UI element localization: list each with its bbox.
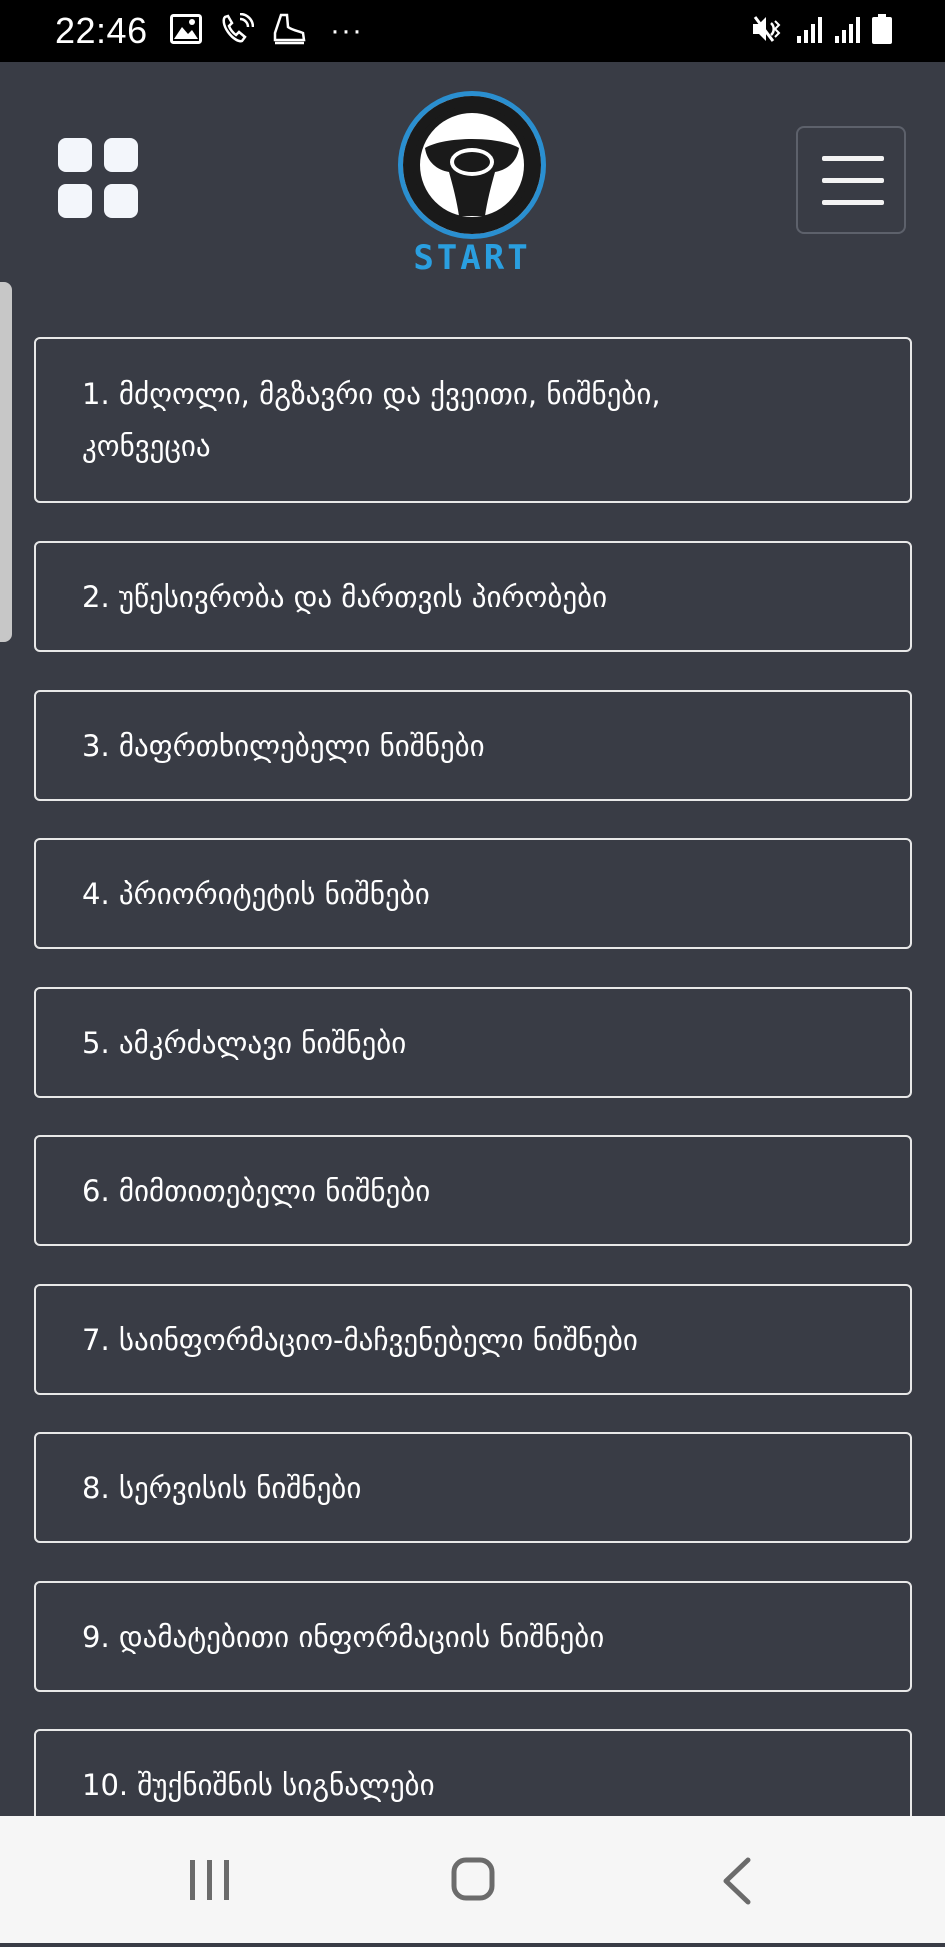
topic-label: 6. მიმთითებელი ნიშნები [82, 1173, 431, 1208]
signal-icon [833, 14, 863, 48]
topic-item-6[interactable]: 6. მიმთითებელი ნიშნები [34, 1135, 912, 1246]
topic-item-3[interactable]: 3. მაფრთხილებელი ნიშნები [34, 690, 912, 801]
topic-item-5[interactable]: 5. ამკრძალავი ნიშნები [34, 987, 912, 1098]
recent-apps-icon [190, 1860, 229, 1900]
status-time: 22:46 [55, 10, 148, 51]
grid-icon[interactable] [58, 138, 140, 220]
status-left-icons: ··· [170, 12, 363, 49]
topic-item-1[interactable]: 1. მძღოლი, მგზავრი და ქვეითი, ნიშნები, კ… [34, 337, 912, 503]
back-icon [723, 1857, 751, 1905]
topic-item-4[interactable]: 4. პრიორიტეტის ნიშნები [34, 838, 912, 949]
wifi-calling-icon [220, 12, 255, 49]
home-icon [451, 1857, 495, 1901]
topic-label: 3. მაფრთხილებელი ნიშნები [82, 728, 485, 763]
app-header: START [0, 62, 945, 300]
scrollbar[interactable] [0, 282, 12, 642]
topic-label: 4. პრიორიტეტის ნიშნები [82, 876, 430, 911]
recent-apps-button[interactable] [140, 1816, 280, 1943]
menu-button[interactable] [796, 126, 906, 234]
topic-label: 10. შუქნიშნის სიგნალები [82, 1767, 435, 1802]
topic-label: 9. დამატებითი ინფორმაციის ნიშნები [82, 1619, 605, 1654]
status-right-icons [751, 12, 893, 50]
topic-label: 5. ამკრძალავი ნიშნები [82, 1025, 407, 1060]
topic-label: კონვეცია [82, 429, 211, 463]
logo-text: START [413, 238, 531, 278]
shoe-icon [272, 13, 306, 49]
signal-icon [795, 14, 825, 48]
topic-label: 1. მძღოლი, მგზავრი და ქვეითი, ნიშნები, [82, 377, 661, 411]
topic-label: 2. უწესივრობა და მართვის პირობები [82, 579, 608, 614]
steering-wheel-icon [398, 91, 546, 239]
battery-icon [871, 13, 893, 49]
system-nav-bar [0, 1816, 945, 1943]
start-logo[interactable]: START [395, 90, 549, 276]
topic-item-8[interactable]: 8. სერვისის ნიშნები [34, 1432, 912, 1543]
topic-label: 8. სერვისის ნიშნები [82, 1470, 362, 1505]
back-button[interactable] [668, 1816, 808, 1943]
image-icon [170, 14, 202, 48]
status-bar: 22:46 ··· [0, 0, 945, 62]
more-notifications-indicator: ··· [330, 14, 363, 47]
topic-label: 7. საინფორმაციო-მაჩვენებელი ნიშნები [82, 1322, 638, 1357]
topic-item-9[interactable]: 9. დამატებითი ინფორმაციის ნიშნები [34, 1581, 912, 1692]
home-button[interactable] [403, 1816, 543, 1943]
topic-item-2[interactable]: 2. უწესივრობა და მართვის პირობები [34, 541, 912, 652]
topic-item-7[interactable]: 7. საინფორმაციო-მაჩვენებელი ნიშნები [34, 1284, 912, 1395]
mute-icon [751, 13, 787, 49]
menu-icon [822, 156, 884, 161]
